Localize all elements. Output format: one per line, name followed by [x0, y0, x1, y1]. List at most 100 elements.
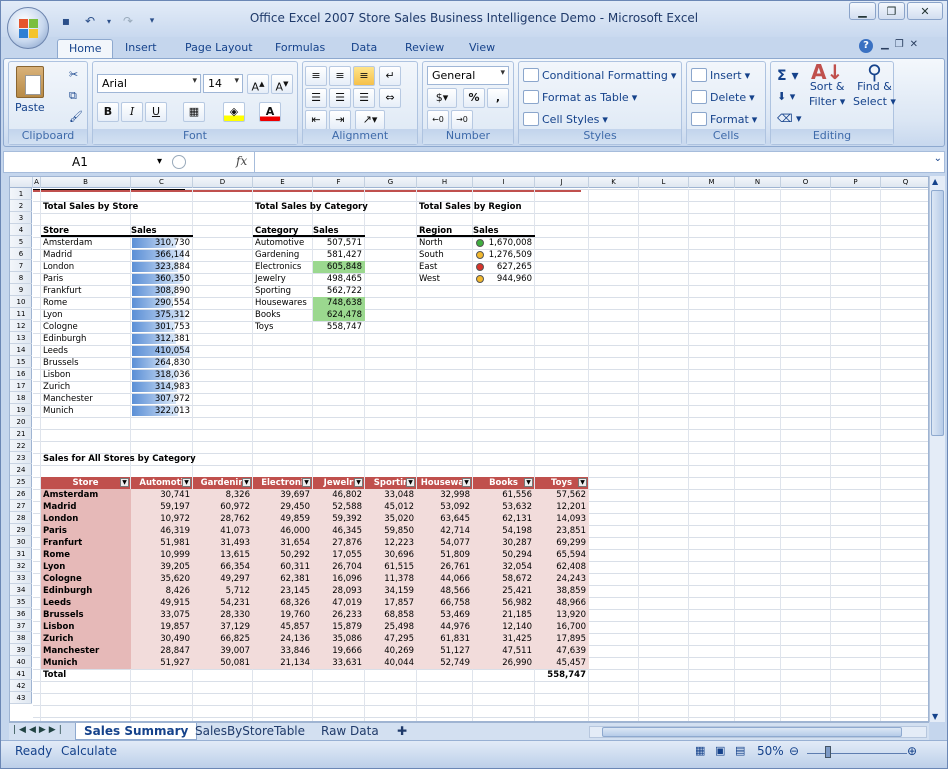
- table-value[interactable]: 28,762: [193, 513, 253, 525]
- table-store-name[interactable]: Edinburgh: [41, 585, 131, 597]
- store-sales-value[interactable]: 301,753: [131, 321, 193, 333]
- table-value[interactable]: 61,556: [473, 489, 535, 501]
- merge-center-icon[interactable]: ⇔: [379, 88, 401, 108]
- table-value[interactable]: 41,073: [193, 525, 253, 537]
- table-value[interactable]: 47,295: [365, 633, 417, 645]
- filter-dropdown-icon[interactable]: ▼: [406, 478, 415, 487]
- table-value[interactable]: 46,345: [313, 525, 365, 537]
- table-value[interactable]: 26,761: [417, 561, 473, 573]
- table-header-cell[interactable]: Electroni ▼: [253, 477, 312, 489]
- region-summary-title[interactable]: Total Sales by Region: [417, 201, 567, 213]
- percent-style-button[interactable]: %: [463, 88, 485, 108]
- row-header[interactable]: 2: [10, 200, 32, 212]
- table-value[interactable]: 28,847: [131, 645, 193, 657]
- filter-dropdown-icon[interactable]: ▼: [578, 478, 587, 487]
- region-sales-value[interactable]: 944,960: [473, 273, 535, 285]
- filter-dropdown-icon[interactable]: ▼: [242, 478, 251, 487]
- store-sales-value[interactable]: 318,036: [131, 369, 193, 381]
- row-header[interactable]: 19: [10, 404, 32, 416]
- table-value[interactable]: 10,972: [131, 513, 193, 525]
- filter-dropdown-icon[interactable]: ▼: [120, 478, 129, 487]
- column-header[interactable]: M: [689, 177, 735, 188]
- table-value[interactable]: 17,857: [365, 597, 417, 609]
- table-value[interactable]: 26,990: [473, 657, 535, 669]
- table-total-label[interactable]: Total: [41, 669, 131, 681]
- category-header[interactable]: Category: [253, 225, 313, 237]
- store-header[interactable]: Store: [41, 225, 131, 237]
- table-store-name[interactable]: Lisbon: [41, 621, 131, 633]
- table-store-name[interactable]: Paris: [41, 525, 131, 537]
- table-value[interactable]: 21,185: [473, 609, 535, 621]
- row-header[interactable]: 17: [10, 380, 32, 392]
- category-name[interactable]: Electronics: [253, 261, 313, 273]
- table-value[interactable]: 30,741: [131, 489, 193, 501]
- table-value[interactable]: 50,292: [253, 549, 313, 561]
- table-value[interactable]: 17,055: [313, 549, 365, 561]
- table-header-cell[interactable]: Sportir ▼: [365, 477, 416, 489]
- accounting-format-icon[interactable]: $▾: [427, 88, 457, 108]
- comma-style-button[interactable]: ,: [487, 88, 509, 108]
- table-store-name[interactable]: Brussels: [41, 609, 131, 621]
- table-value[interactable]: 12,140: [473, 621, 535, 633]
- scroll-down-icon[interactable]: ▼: [932, 712, 938, 721]
- table-value[interactable]: 45,457: [535, 657, 589, 669]
- row-header[interactable]: 28: [10, 512, 32, 524]
- table-value[interactable]: 40,044: [365, 657, 417, 669]
- align-center-icon[interactable]: ☰: [329, 88, 351, 108]
- store-name[interactable]: Amsterdam: [41, 237, 131, 249]
- view-page-layout-icon[interactable]: ▣: [715, 744, 725, 757]
- table-store-name[interactable]: London: [41, 513, 131, 525]
- row-header[interactable]: 16: [10, 368, 32, 380]
- table-value[interactable]: 52,749: [417, 657, 473, 669]
- table-value[interactable]: 13,920: [535, 609, 589, 621]
- column-header[interactable]: O: [781, 177, 831, 188]
- row-header[interactable]: 8: [10, 272, 32, 284]
- category-name[interactable]: Books: [253, 309, 313, 321]
- table-value[interactable]: 53,092: [417, 501, 473, 513]
- workbook-minimize-icon[interactable]: ▁: [881, 39, 889, 50]
- region-sales-value[interactable]: 1,276,509: [473, 249, 535, 261]
- paste-button[interactable]: Paste: [15, 66, 45, 114]
- table-value[interactable]: 11,378: [365, 573, 417, 585]
- table-value[interactable]: 52,588: [313, 501, 365, 513]
- wrap-text-icon[interactable]: ↵: [379, 66, 401, 86]
- category-sales-value[interactable]: 748,638: [313, 297, 365, 309]
- row-header[interactable]: 39: [10, 644, 32, 656]
- table-value[interactable]: 13,615: [193, 549, 253, 561]
- horizontal-scrollbar[interactable]: [589, 726, 927, 738]
- orientation-icon[interactable]: ↗▾: [355, 110, 385, 130]
- sheet-tab-salesbystoretable[interactable]: SalesByStoreTable: [187, 723, 313, 740]
- row-header[interactable]: 15: [10, 356, 32, 368]
- office-button[interactable]: [7, 7, 49, 49]
- fill-icon[interactable]: ⬇ ▾: [777, 90, 795, 103]
- expand-formula-bar-icon[interactable]: ⌄: [934, 153, 942, 164]
- table-value[interactable]: 16,700: [535, 621, 589, 633]
- zoom-slider[interactable]: [807, 753, 907, 754]
- cell-styles-button[interactable]: Cell Styles ▾: [523, 112, 608, 126]
- table-value[interactable]: 62,381: [253, 573, 313, 585]
- workbook-restore-icon[interactable]: ❐: [895, 39, 904, 50]
- tab-review[interactable]: Review: [401, 39, 448, 59]
- column-header[interactable]: A: [33, 177, 41, 188]
- store-name[interactable]: Brussels: [41, 357, 131, 369]
- insert-function-button[interactable]: fx: [236, 154, 247, 168]
- row-header[interactable]: 4: [10, 224, 32, 236]
- store-sales-value[interactable]: 360,350: [131, 273, 193, 285]
- column-header[interactable]: L: [639, 177, 689, 188]
- table-value[interactable]: 35,620: [131, 573, 193, 585]
- table-value[interactable]: 21,134: [253, 657, 313, 669]
- table-value[interactable]: 48,966: [535, 597, 589, 609]
- category-name[interactable]: Toys: [253, 321, 313, 333]
- workbook-close-icon[interactable]: ✕: [910, 39, 918, 50]
- table-value[interactable]: 46,000: [253, 525, 313, 537]
- table-value[interactable]: 54,198: [473, 525, 535, 537]
- category-sales-value[interactable]: 605,848: [313, 261, 365, 273]
- table-value[interactable]: 33,048: [365, 489, 417, 501]
- table-value[interactable]: 63,645: [417, 513, 473, 525]
- fill-color-icon[interactable]: ◈: [223, 102, 245, 122]
- table-value[interactable]: 54,231: [193, 597, 253, 609]
- column-header[interactable]: J: [535, 177, 589, 188]
- table-value[interactable]: 25,421: [473, 585, 535, 597]
- table-value[interactable]: 59,850: [365, 525, 417, 537]
- column-header[interactable]: E: [253, 177, 313, 188]
